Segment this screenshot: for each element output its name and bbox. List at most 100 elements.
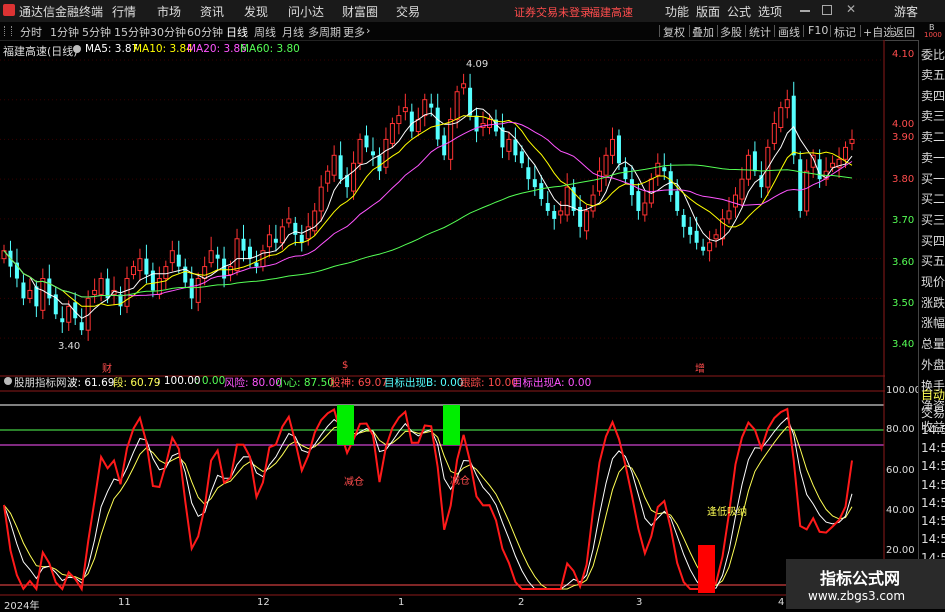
candle-body-down [513, 139, 518, 156]
candle-body-down [468, 87, 473, 116]
toolbar-stats[interactable]: 统计 [749, 24, 771, 40]
candle-body-down [662, 167, 667, 172]
side-panel-label: 卖一 [921, 150, 945, 165]
period-tab-week[interactable]: 周线 [254, 24, 276, 40]
period-tab-more[interactable]: 更多 [343, 24, 365, 40]
date-tick: 12 [257, 597, 270, 608]
toolbar-back[interactable]: 返回 [893, 24, 915, 40]
candle-body-up [415, 119, 421, 132]
indicator-title[interactable]: 股朋指标网 [14, 375, 67, 390]
candle-body-up [137, 258, 143, 272]
minimize-icon[interactable] [800, 10, 810, 12]
candle-body-up [351, 162, 357, 192]
candle-body-down [34, 286, 39, 307]
price-tick: 4.10 [892, 49, 915, 60]
menu-item-markets[interactable]: 市场 [157, 3, 181, 20]
ma10-line [3, 115, 853, 307]
period-toolbar: 分时 1分钟 5分钟 15分钟 30分钟 60分钟 日线 周线 月线 多周期 更… [0, 22, 945, 41]
candle-body-down [752, 151, 757, 172]
candle-body-up [603, 154, 609, 176]
menu-item-discover[interactable]: 发现 [244, 3, 268, 20]
candle-body-down [681, 214, 686, 227]
candle-body-down [694, 230, 699, 243]
candle-body-down [215, 254, 220, 259]
price-tick: 3.40 [892, 339, 915, 350]
login-status[interactable]: 证券交易未登录 [514, 4, 591, 20]
candle-body-up [66, 305, 72, 323]
side-panel-label: 现价 [921, 275, 945, 289]
price-tick: 3.70 [892, 215, 915, 226]
indicator-tick: 20.00 [886, 545, 915, 556]
candle-body-up [448, 119, 454, 160]
period-tab-day[interactable]: 日线 [226, 24, 248, 40]
toolbar-rights[interactable]: 复权 [663, 24, 685, 40]
candle-body-down [817, 159, 822, 180]
side-panel-label: 买三 [921, 212, 945, 227]
period-tab-15m[interactable]: 15分钟 [114, 24, 150, 40]
period-tab-5m[interactable]: 5分钟 [82, 24, 111, 40]
candle-body-up [163, 266, 169, 280]
period-tab-tick[interactable]: 分时 [20, 24, 42, 40]
menu-item-trade[interactable]: 交易 [396, 3, 420, 20]
watermark-logo: 指标公式网 www.zbgs3.com [786, 559, 945, 609]
toolbar-multistock[interactable]: 多股 [720, 24, 742, 40]
price-tick: 3.60 [892, 257, 915, 268]
side-panel-label: 买二 [921, 192, 945, 207]
menu-item-formula[interactable]: 公式 [727, 3, 751, 20]
maximize-icon[interactable] [822, 5, 832, 15]
indicator-param: 段: 60.79 [113, 377, 161, 389]
indicator-lines [0, 404, 884, 593]
ma60-label: MA60: 3.80 [240, 43, 300, 55]
candle-body-down [247, 246, 252, 259]
period-tab-multi[interactable]: 多周期 [308, 24, 341, 40]
side-panel-label: 卖三 [921, 109, 945, 124]
oscillator-line-red [3, 407, 853, 592]
menu-item-wealth[interactable]: 财富圈 [342, 3, 378, 20]
menu-item-options[interactable]: 选项 [758, 3, 782, 20]
side-panel-label: 外盘 [921, 357, 945, 372]
candle-body-down [338, 155, 343, 180]
toolbar-overlay[interactable]: 叠加 [692, 24, 714, 40]
close-icon[interactable]: ✕ [846, 2, 856, 16]
ma20-label: MA20: 3.86 [187, 43, 247, 55]
period-tab-30m[interactable]: 30分钟 [150, 24, 186, 40]
candle-body-up [713, 234, 719, 240]
user-label[interactable]: 游客 [894, 3, 918, 20]
toolbar-draw[interactable]: 画线 [778, 24, 800, 40]
marker-cai[interactable]: 财 [102, 360, 112, 375]
toolbar-mark[interactable]: 标记 [834, 24, 856, 40]
side-panel-label: 自动 [921, 388, 945, 402]
candle-body-up [156, 278, 162, 295]
period-tab-month[interactable]: 月线 [282, 24, 304, 40]
candle-body-up [804, 170, 810, 212]
menu-item-function[interactable]: 功能 [665, 3, 689, 20]
menu-bar: 通达信金融终端 行情 市场 资讯 发现 问小达 财富圈 交易 证券交易未登录 福… [0, 0, 945, 23]
period-tab-1m[interactable]: 1分钟 [50, 24, 79, 40]
indicator-tick: 100.00 [886, 385, 921, 396]
candle-body-up [597, 170, 603, 192]
menu-item-layout[interactable]: 版面 [696, 3, 720, 20]
menu-item-market[interactable]: 行情 [112, 3, 136, 20]
date-tick: 2024年 [4, 601, 40, 612]
indicator-param: : 0.00 [195, 375, 226, 387]
candle-body-up [357, 138, 363, 164]
indicator-toggle-icon[interactable] [4, 377, 12, 385]
side-panel-label: 买一 [921, 171, 945, 186]
date-tick: 3 [636, 597, 643, 608]
menu-item-ask[interactable]: 问小达 [288, 3, 324, 20]
toolbar-f10[interactable]: F10 [808, 24, 828, 37]
candle-body-down [539, 183, 544, 200]
candle-body-down [519, 151, 524, 164]
candle-body-up [208, 250, 214, 264]
candle-body-down [144, 258, 149, 275]
marker-dollar[interactable]: $ [342, 360, 348, 371]
menu-item-news[interactable]: 资讯 [200, 3, 224, 20]
more-chevron-icon[interactable]: › [366, 24, 370, 37]
candle-body-down [273, 238, 278, 243]
period-tab-60m[interactable]: 60分钟 [187, 24, 223, 40]
chart-area[interactable] [0, 40, 885, 609]
marker-zeng[interactable]: 增 [695, 360, 705, 375]
candle-body-up [305, 226, 311, 240]
ma-toggle-icon[interactable] [73, 45, 81, 53]
candle-body-up [486, 119, 493, 129]
